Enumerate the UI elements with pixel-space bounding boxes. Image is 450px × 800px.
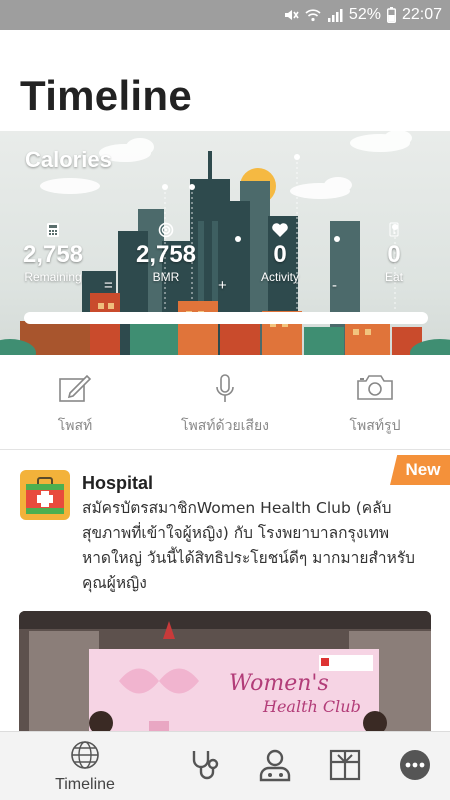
eat-label: Eat <box>384 270 403 284</box>
signal-icon <box>327 8 343 22</box>
nav-doctor[interactable] <box>255 732 295 800</box>
metric-remaining: 2,758 Remaining <box>3 219 103 285</box>
metric-bmr: 2,758 BMR <box>116 219 216 285</box>
calories-banner[interactable]: Calories 2,758 Remaining = 2,758 BMR + 0… <box>0 131 450 355</box>
first-aid-kit-icon <box>20 470 70 520</box>
card-text: สมัครบัตรสมาชิกWomen Health Club (คลับสุ… <box>82 499 415 592</box>
page-title: Timeline <box>20 72 193 119</box>
battery-percent: 52% <box>348 6 381 23</box>
feed-card[interactable]: New Hospital สมัครบัตรสมาชิกWomen Health… <box>0 451 450 741</box>
calories-title: Calories <box>25 147 112 172</box>
remaining-value: 2,758 <box>22 241 84 268</box>
nav-timeline-label: Timeline <box>55 775 115 793</box>
calculator-icon <box>3 219 103 241</box>
camera-icon <box>356 373 394 405</box>
edit-icon <box>58 373 92 407</box>
doctor-icon <box>258 748 292 786</box>
photo-post-button[interactable]: โพสท์รูป <box>300 355 450 450</box>
promo-photo[interactable]: Women's Health Club <box>19 611 431 741</box>
app-screen: 52% 22:07 Timeline Calories 2,758 Remain… <box>0 0 450 800</box>
wifi-icon <box>305 8 321 22</box>
heart-icon <box>230 219 330 241</box>
nav-health[interactable] <box>185 732 225 800</box>
gift-icon <box>329 749 361 785</box>
post-button[interactable]: โพสท์ <box>0 355 150 450</box>
post-actions: โพสท์ โพสท์ด้วยเสียง โพสท์รูป <box>0 355 450 450</box>
activity-value: 0 <box>273 241 287 268</box>
promo-photo-text-1: Women's <box>229 671 329 696</box>
activity-label: Activity <box>260 270 299 284</box>
status-bar: 52% 22:07 <box>0 0 450 30</box>
bmr-label: BMR <box>152 270 180 284</box>
cutlery-icon <box>344 219 444 241</box>
header: Timeline <box>0 30 450 131</box>
clock: 22:07 <box>401 6 442 23</box>
stethoscope-icon <box>188 748 222 786</box>
operator-plus: + <box>218 277 227 294</box>
calories-progress-bar <box>24 312 428 324</box>
remaining-label: Remaining <box>24 270 82 284</box>
operator-minus: - <box>332 277 337 294</box>
promo-photo-text-2: Health Club <box>263 697 361 716</box>
operator-equals: = <box>104 277 113 294</box>
card-title: Hospital <box>82 473 154 493</box>
bottom-nav: Timeline <box>0 731 450 800</box>
metric-eat: 0 Eat <box>344 219 444 285</box>
photo-post-label: โพสท์รูป <box>349 418 401 434</box>
target-icon <box>116 219 216 241</box>
mute-icon <box>283 7 299 23</box>
nav-gift[interactable] <box>325 732 365 800</box>
globe-icon <box>70 740 100 774</box>
voice-post-button[interactable]: โพสท์ด้วยเสียง <box>150 355 300 450</box>
more-icon <box>399 749 431 785</box>
microphone-icon <box>215 373 235 409</box>
eat-value: 0 <box>387 241 401 268</box>
voice-post-label: โพสท์ด้วยเสียง <box>180 418 270 434</box>
nav-timeline[interactable]: Timeline <box>45 732 125 800</box>
nav-more[interactable] <box>395 732 435 800</box>
bmr-value: 2,758 <box>135 241 197 268</box>
new-badge: New <box>390 455 450 485</box>
battery-icon <box>386 7 396 23</box>
metric-activity: 0 Activity <box>230 219 330 285</box>
post-label: โพสท์ <box>57 418 93 434</box>
